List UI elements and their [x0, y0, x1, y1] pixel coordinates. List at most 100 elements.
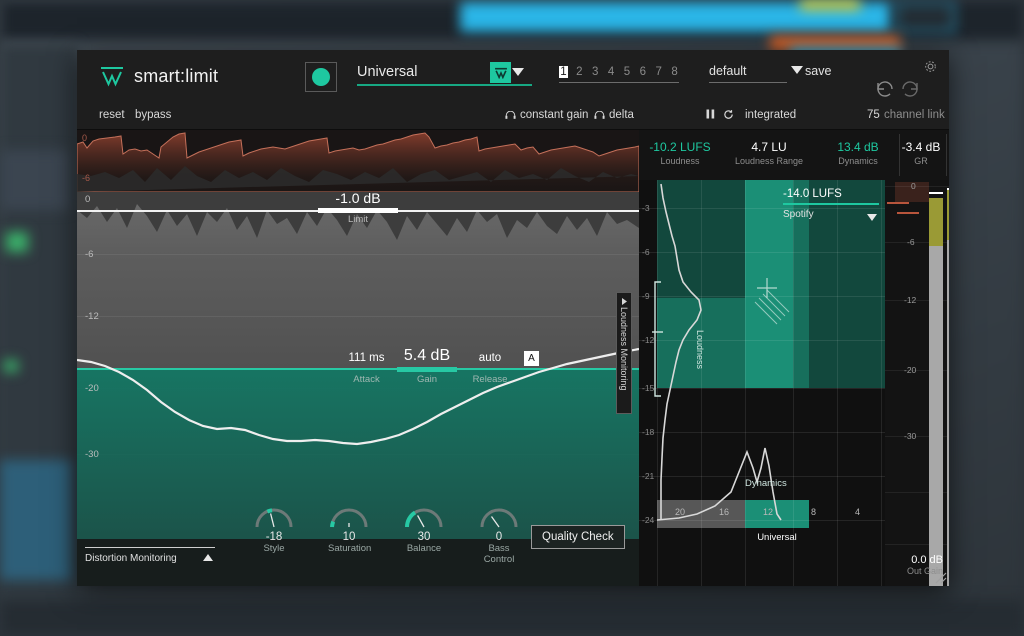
knob-arc-icon [480, 508, 518, 528]
preset-slot-1[interactable]: 1 [559, 66, 568, 78]
backdrop-track [895, 2, 955, 32]
metric-loudness-range: 4.7 LU Loudness Range [721, 140, 817, 166]
meter-peak-zone [947, 190, 949, 240]
undo-redo-group[interactable] [874, 78, 921, 100]
dynamics-xtick-20: 20 [675, 507, 686, 517]
record-toggle[interactable] [305, 62, 337, 92]
chevron-down-icon [867, 214, 877, 221]
undo-icon[interactable] [874, 78, 896, 100]
ai-profile-icon [494, 67, 507, 79]
true-peak-marker [887, 202, 909, 204]
limit-drag-handle[interactable] [318, 208, 398, 213]
meter-peak-hold-left [929, 192, 943, 194]
bass-control-value: 0 [495, 531, 503, 543]
backdrop-panel [950, 40, 1024, 600]
integrated-mode-label[interactable]: integrated [745, 109, 796, 121]
backdrop-waveform [4, 360, 18, 372]
saturation-value: 10 [342, 531, 356, 543]
loudness-monitoring-tab[interactable]: Loudness Monitoring [616, 292, 632, 414]
profile-band-label: Universal [757, 532, 797, 543]
style-knob[interactable]: -18 Style [253, 501, 295, 565]
knob-arc-icon [255, 508, 293, 528]
style-value: -18 [265, 531, 283, 543]
loudness-target-select[interactable]: -14.0 LUFS Spotify [783, 188, 879, 221]
loudness-reset-button[interactable] [723, 109, 734, 123]
preset-name-value: default [709, 64, 747, 78]
release-auto-badge[interactable]: A [524, 351, 539, 366]
gain-drag-handle[interactable] [397, 367, 457, 372]
bass-control-label: Bass Control [483, 543, 515, 565]
preset-slot-6[interactable]: 6 [638, 66, 647, 78]
metric-loudness: -10.2 LUFS Loudness [641, 140, 719, 166]
meter-ytick-20: -20 [904, 365, 917, 375]
distortion-monitoring-select[interactable]: Distortion Monitoring [85, 547, 215, 564]
metric-loudness-range-value: 4.7 LU [751, 140, 787, 154]
loudness-range-bracket [652, 281, 663, 397]
preset-slot-5[interactable]: 5 [623, 66, 632, 78]
balance-knob[interactable]: 30 Balance [403, 501, 445, 565]
saturation-dial[interactable] [328, 501, 370, 529]
plugin-body: 0 -6 0 -6 -12 -20 -30 -1.0 dB Limit 111 … [77, 130, 949, 586]
saturation-knob[interactable]: 10 Saturation [328, 501, 372, 565]
preset-slot-7[interactable]: 7 [654, 66, 663, 78]
preset-slot-2[interactable]: 2 [575, 66, 584, 78]
dynamics-xtick-16: 16 [719, 507, 730, 517]
preset-slots[interactable]: 1 2 3 4 5 6 7 8 [559, 66, 679, 83]
style-dial[interactable] [253, 501, 295, 529]
channel-link-label: channel link [884, 109, 945, 121]
bass-control-knob[interactable]: 0 Bass Control [478, 501, 520, 565]
loudness-pane: -10.2 LUFS Loudness 4.7 LU Loudness Rang… [639, 130, 949, 586]
meter-peak-zone [929, 198, 943, 246]
reset-button[interactable]: reset [99, 109, 125, 121]
knob-group: -18 Style 10 Saturation 30 Balance 0 Bas… [253, 501, 520, 565]
preset-slot-8[interactable]: 8 [670, 66, 679, 78]
delta-toggle[interactable]: delta [594, 109, 634, 121]
constant-gain-label: constant gain [520, 109, 589, 121]
loudness-target-platform: Spotify [783, 209, 814, 220]
metric-loudness-label: Loudness [660, 156, 700, 166]
brand: smart:limit [99, 65, 218, 87]
headphone-icon [594, 111, 605, 119]
gr-ytick-minus6: -6 [82, 173, 91, 183]
preset-slot-4[interactable]: 4 [607, 66, 616, 78]
metric-dynamics: 13.4 dB Dynamics [819, 140, 897, 166]
dynamics-xtick-8: 8 [811, 507, 817, 517]
backdrop-waveform [6, 232, 28, 252]
ai-profile-badge[interactable] [490, 62, 511, 83]
headphone-icon [505, 111, 516, 119]
chevron-right-icon [622, 298, 627, 305]
redo-icon[interactable] [899, 78, 921, 100]
quality-check-button[interactable]: Quality Check [531, 525, 625, 549]
bypass-button[interactable]: bypass [135, 109, 171, 121]
save-button[interactable]: save [805, 64, 831, 78]
current-position-marker [754, 278, 790, 325]
gear-icon[interactable] [923, 59, 938, 74]
backdrop-waveform [0, 150, 70, 210]
chevron-up-icon [203, 554, 213, 561]
preset-name-select[interactable]: default [709, 64, 803, 83]
loudness-target-value: -14.0 LUFS [783, 188, 842, 200]
metric-gr-label: GR [914, 156, 928, 166]
gain-value[interactable]: 5.4 dB [390, 347, 464, 365]
backdrop-waveform [0, 460, 72, 580]
preset-slot-3[interactable]: 3 [591, 66, 600, 78]
dynamics-curve-label: Dynamics [745, 478, 787, 489]
bass-control-dial[interactable] [478, 501, 520, 529]
resize-grip-icon[interactable] [933, 570, 947, 584]
plugin-toolbar: reset bypass constant gain delta integra… [77, 103, 949, 130]
circular-reset-icon [724, 110, 733, 119]
saturation-label: Saturation [328, 543, 372, 554]
channel-link-value[interactable]: 75 [867, 109, 880, 121]
limiter-bottom-bar: Distortion Monitoring -18 Style 10 Satur… [77, 508, 639, 586]
pause-button[interactable] [706, 109, 715, 122]
sonible-logo-icon [101, 67, 123, 87]
chevron-down-icon [512, 68, 524, 76]
constant-gain-toggle[interactable]: constant gain [505, 109, 588, 121]
release-value[interactable]: auto [454, 352, 526, 364]
pause-icon [706, 109, 715, 119]
gain-reduction-waveform [77, 132, 639, 192]
balance-dial[interactable] [403, 501, 445, 529]
meter-peak-hold-right [947, 188, 949, 190]
limit-value[interactable]: -1.0 dB [308, 192, 408, 206]
loudness-monitoring-tab-label: Loudness Monitoring [619, 307, 629, 391]
